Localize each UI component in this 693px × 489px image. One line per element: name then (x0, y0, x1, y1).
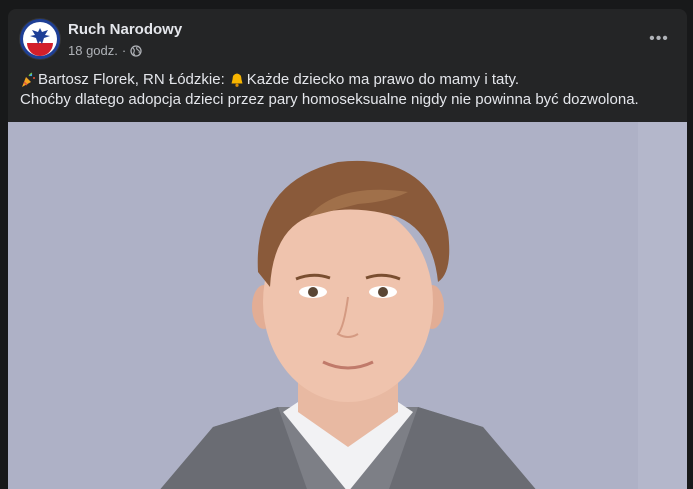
party-popper-icon (22, 72, 35, 87)
more-options-button[interactable]: ••• (645, 27, 673, 51)
post-text: Bartosz Florek, RN Łódzkie: Każde dzieck… (20, 70, 675, 110)
post-header: Ruch Narodowy 18 godz. · ••• (18, 19, 677, 61)
portrait-image (8, 122, 687, 489)
post-card: Ruch Narodowy 18 godz. · ••• Bartosz Flo… (8, 9, 687, 489)
more-options-icon: ••• (649, 30, 669, 47)
globe-icon (130, 44, 142, 57)
post-text-line-1: Bartosz Florek, RN Łódzkie: Każde dzieck… (20, 70, 675, 90)
post-text-line-2: Choćby dlatego adopcja dzieci przez pary… (20, 91, 639, 108)
bell-icon (231, 73, 243, 87)
meta-separator: · (121, 43, 127, 58)
eagle-logo-icon (20, 19, 60, 59)
post-text-author-intro: Bartosz Florek, RN Łódzkie: (38, 71, 225, 88)
page-name[interactable]: Ruch Narodowy (68, 21, 182, 38)
post-photo[interactable] (8, 122, 687, 489)
page-avatar[interactable] (20, 19, 60, 59)
post-meta: 18 godz. · (68, 43, 142, 58)
post-timestamp[interactable]: 18 godz. (68, 43, 118, 58)
post-text-quote: Każde dziecko ma prawo do mamy i taty. (246, 71, 520, 88)
